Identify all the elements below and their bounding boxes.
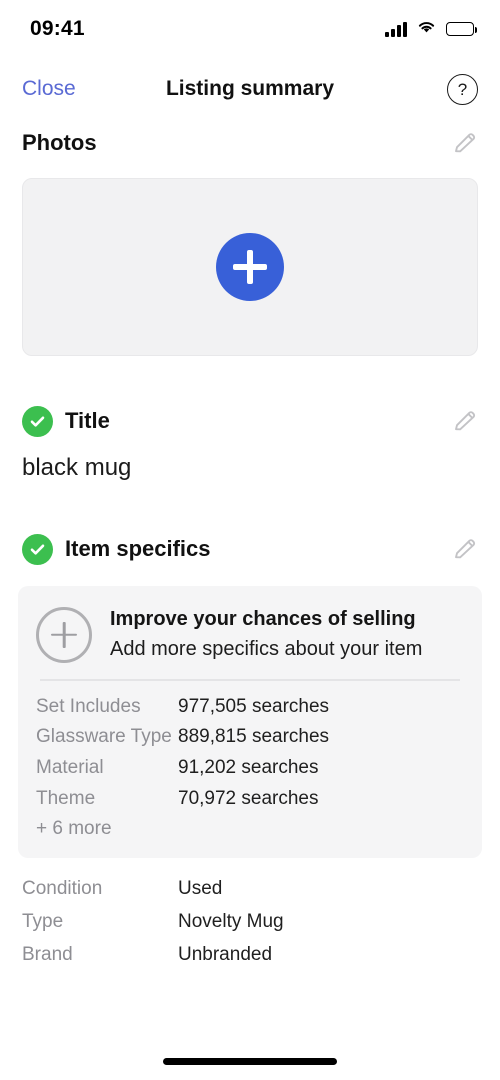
detail-label: Brand: [22, 943, 73, 965]
suggestion-row[interactable]: Set Includes 977,505 searches: [36, 695, 464, 719]
main-content: Photos Title black mug Item specifics Im…: [0, 120, 500, 977]
item-specifics-check-circle-icon: [22, 533, 53, 565]
status-icons: [385, 19, 478, 39]
suggestion-row[interactable]: Theme 70,972 searches: [36, 787, 464, 811]
item-specifics-section-header: Item specifics: [0, 526, 500, 572]
detail-value: Unbranded: [178, 943, 273, 965]
help-icon[interactable]: ?: [447, 73, 478, 105]
improve-card-headline: Improve your chances of selling: [110, 608, 416, 630]
detail-value: Novelty Mug: [178, 910, 284, 932]
photos-edit-pencil-icon[interactable]: [452, 130, 478, 156]
title-heading: Title: [65, 408, 110, 433]
title-check-circle-icon: [22, 405, 53, 437]
improve-card-header: Improve your chances of selling Add more…: [36, 606, 464, 663]
status-time: 09:41: [30, 17, 85, 40]
home-indicator: [163, 1058, 337, 1065]
battery-full-icon: [446, 22, 478, 36]
item-specifics-edit-pencil-icon[interactable]: [452, 536, 478, 562]
suggestion-label: Theme: [36, 787, 96, 809]
photos-section-header: Photos: [0, 120, 500, 166]
suggestion-label: Glassware Type: [36, 726, 172, 748]
status-bar: 09:41: [0, 0, 500, 58]
improve-card-subtitle: Add more specifics about your item: [110, 638, 423, 660]
photos-heading: Photos: [22, 130, 97, 155]
suggestion-value: 91,202 searches: [178, 757, 319, 778]
nav-bar: Close Listing summary ?: [0, 58, 500, 120]
detail-row: Brand Unbranded: [22, 944, 478, 966]
suggestion-label: Material: [36, 757, 104, 778]
suggestion-value: 977,505 searches: [178, 695, 330, 717]
circle-plus-icon[interactable]: [36, 606, 92, 663]
item-details-list: Condition Used Type Novelty Mug Brand Un…: [0, 858, 500, 966]
phone-screen: 09:41 Close Listing summary ? Photos Tit…: [0, 0, 500, 1080]
show-more-suggestions-link[interactable]: + 6 more: [36, 818, 464, 840]
wifi-icon: [416, 19, 437, 39]
add-photo-button[interactable]: [216, 233, 284, 301]
suggestion-value: 70,972 searches: [178, 787, 319, 809]
detail-label: Condition: [22, 877, 103, 899]
detail-row: Type Novelty Mug: [22, 911, 478, 933]
improve-chances-card[interactable]: Improve your chances of selling Add more…: [18, 586, 482, 858]
detail-label: Type: [22, 910, 64, 932]
photo-drop-zone[interactable]: [22, 178, 478, 356]
suggestion-row[interactable]: Glassware Type 889,815 searches: [36, 725, 464, 749]
improve-card-text: Improve your chances of selling Add more…: [110, 606, 422, 663]
title-value: black mug: [22, 454, 132, 481]
card-divider: [40, 679, 460, 681]
item-specifics-heading: Item specifics: [65, 536, 211, 561]
suggestion-value: 889,815 searches: [178, 726, 330, 748]
suggestion-label: Set Includes: [36, 695, 141, 717]
close-button[interactable]: Close: [22, 77, 76, 101]
suggestion-row[interactable]: Material 91,202 searches: [36, 756, 464, 780]
detail-value: Used: [178, 877, 223, 899]
detail-row: Condition Used: [22, 878, 478, 900]
cellular-bars-icon: [385, 21, 407, 37]
title-section-header: Title: [0, 398, 500, 444]
title-edit-pencil-icon[interactable]: [452, 408, 478, 434]
